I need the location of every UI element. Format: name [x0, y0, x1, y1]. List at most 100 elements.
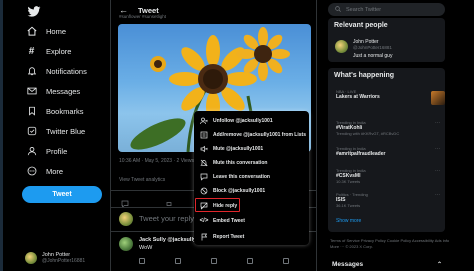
- show-more-link[interactable]: Show more: [336, 218, 361, 224]
- search-placeholder: Search Twitter: [346, 6, 382, 13]
- twitter-logo-icon[interactable]: [27, 5, 41, 17]
- mute-conversation-icon: [200, 159, 208, 167]
- trend-item[interactable]: Trending in India #amritpalfraudleader ·…: [336, 146, 440, 157]
- search-input[interactable]: Search Twitter: [328, 3, 445, 16]
- block-icon: [200, 187, 208, 195]
- avatar: [25, 252, 37, 264]
- sidebar: Home # Explore Notifications Messages Bo…: [14, 0, 114, 271]
- sidebar-item-notifications[interactable]: Notifications: [26, 63, 87, 79]
- sidebar-item-label: Messages: [46, 86, 81, 96]
- menu-item-embed[interactable]: </> Embed Tweet: [194, 214, 309, 228]
- menu-item-label: Mute @jacksully1001: [213, 146, 264, 152]
- sidebar-item-label: Bookmarks: [46, 106, 84, 116]
- sidebar-item-label: Profile: [46, 146, 68, 156]
- person-handle: @JohnPotter16881: [353, 45, 392, 50]
- account-handle: @JohnPotter16881: [42, 258, 86, 264]
- reply-icon[interactable]: [121, 195, 129, 208]
- menu-item-label: Block @jacksully1001: [213, 188, 266, 194]
- sidebar-item-more[interactable]: More: [26, 163, 63, 179]
- tweet-timestamp: 10:36 AM · May 5, 2023 · 2 Views: [119, 158, 194, 164]
- more-options-icon[interactable]: ···: [435, 168, 440, 174]
- tweet-analytics-link[interactable]: View Tweet analytics: [119, 177, 165, 183]
- sidebar-item-messages[interactable]: Messages: [26, 83, 80, 99]
- list-icon: [200, 131, 208, 139]
- footer-links[interactable]: Terms of Service Privacy Policy Cookie P…: [330, 238, 450, 250]
- sidebar-item-label: Home: [46, 26, 67, 36]
- bell-icon: [26, 66, 37, 77]
- reply-text: WoW: [139, 245, 153, 251]
- mail-icon: [26, 86, 37, 97]
- search-icon: [335, 5, 341, 14]
- avatar: [119, 212, 133, 226]
- more-options-icon[interactable]: ···: [435, 120, 440, 126]
- trend-thumbnail: [431, 91, 445, 105]
- retweet-icon[interactable]: [175, 258, 181, 264]
- trend-item[interactable]: Trending in India #ViratKohli Trending w…: [336, 120, 440, 136]
- sidebar-item-label: Explore: [46, 46, 72, 56]
- reply-icon[interactable]: [139, 258, 145, 264]
- sidebar-item-label: Twitter Blue: [46, 126, 86, 136]
- sidebar-item-bookmarks[interactable]: Bookmarks: [26, 103, 84, 119]
- more-options-icon[interactable]: ···: [435, 146, 440, 152]
- menu-item-mute-user[interactable]: Mute @jacksully1001: [194, 142, 309, 156]
- leave-icon: [200, 173, 208, 181]
- share-icon[interactable]: [283, 258, 289, 264]
- reply-actions: [139, 258, 289, 264]
- card-title: Relevant people: [334, 22, 388, 29]
- whats-happening-card: What's happening NBA · LIVE Lakers at Wa…: [328, 68, 445, 232]
- reply-author-avatar[interactable]: [119, 237, 133, 251]
- trend-count: Trending with #KKRvGT, #RCBvDC: [336, 131, 400, 136]
- trend-item[interactable]: Trending in India #CSKvsMI 10.3K Tweets …: [336, 168, 440, 184]
- window-edge: [0, 0, 3, 271]
- tweet-button[interactable]: Tweet: [22, 186, 102, 203]
- embed-icon: </>: [199, 218, 209, 224]
- flag-icon: [200, 233, 208, 241]
- menu-item-unfollow[interactable]: Unfollow @jacksully1001: [194, 114, 309, 128]
- expand-icon[interactable]: ⌃: [437, 261, 442, 268]
- views-icon[interactable]: [247, 258, 253, 264]
- messages-drawer[interactable]: Messages ⌃: [328, 258, 446, 271]
- mute-icon: [200, 145, 208, 153]
- menu-item-leave-conversation[interactable]: Leave this conversation: [194, 170, 309, 184]
- relevant-people-card: Relevant people John Potter @JohnPotter1…: [328, 18, 445, 62]
- trend-item[interactable]: Politics · Trending ISIS 36.1K Tweets ··…: [336, 192, 440, 208]
- trend-count: 10.3K Tweets: [336, 179, 361, 184]
- reply-input[interactable]: Tweet your reply: [139, 214, 194, 223]
- menu-item-report[interactable]: Report Tweet: [194, 230, 309, 244]
- hashtag-icon: #: [28, 45, 35, 57]
- sidebar-item-home[interactable]: Home: [26, 23, 66, 39]
- menu-item-mute-conversation[interactable]: Mute this conversation: [194, 156, 309, 170]
- sidebar-item-twitter-blue[interactable]: Twitter Blue: [26, 123, 85, 139]
- menu-item-label: Unfollow @jacksully1001: [213, 118, 273, 124]
- more-options-icon[interactable]: ···: [435, 192, 440, 198]
- trend-title: #amritpalfraudleader: [336, 151, 386, 157]
- card-title: What's happening: [334, 72, 394, 79]
- back-arrow-icon[interactable]: ←: [119, 5, 128, 15]
- trend-count: 36.1K Tweets: [336, 203, 361, 208]
- sidebar-item-label: Notifications: [46, 66, 87, 76]
- account-switcher[interactable]: John Potter @JohnPotter16881: [25, 252, 85, 264]
- menu-item-add-to-lists[interactable]: Add/remove @jacksully1001 from Lists: [194, 128, 309, 142]
- sidebar-item-explore[interactable]: # Explore: [26, 43, 72, 59]
- trend-item[interactable]: NBA · LIVE Lakers at Warriors: [336, 89, 436, 100]
- menu-item-label: Add/remove @jacksully1001 from Lists: [213, 132, 306, 138]
- retweet-icon[interactable]: [165, 195, 173, 206]
- highlight-box: [195, 198, 240, 212]
- menu-item-block[interactable]: Block @jacksully1001: [194, 184, 309, 198]
- person-bio: Just a normal guy: [353, 53, 393, 59]
- messages-drawer-title: Messages: [332, 261, 364, 268]
- menu-item-label: Mute this conversation: [213, 160, 268, 166]
- right-column: Search Twitter Relevant people John Pott…: [324, 0, 474, 271]
- twitter-blue-icon: [26, 126, 37, 137]
- menu-item-label: Embed Tweet: [213, 218, 245, 224]
- avatar[interactable]: [335, 40, 348, 53]
- sidebar-item-profile[interactable]: Profile: [26, 143, 67, 159]
- reply-options-menu: Unfollow @jacksully1001 Add/remove @jack…: [194, 111, 309, 245]
- column-header: ← Tweet: [111, 2, 316, 18]
- person-icon: [26, 146, 37, 157]
- menu-item-label: Report Tweet: [213, 234, 245, 240]
- unfollow-icon: [200, 117, 208, 125]
- like-icon[interactable]: [211, 258, 217, 264]
- menu-item-label: Leave this conversation: [213, 174, 270, 180]
- trend-title: Lakers at Warriors: [336, 94, 380, 100]
